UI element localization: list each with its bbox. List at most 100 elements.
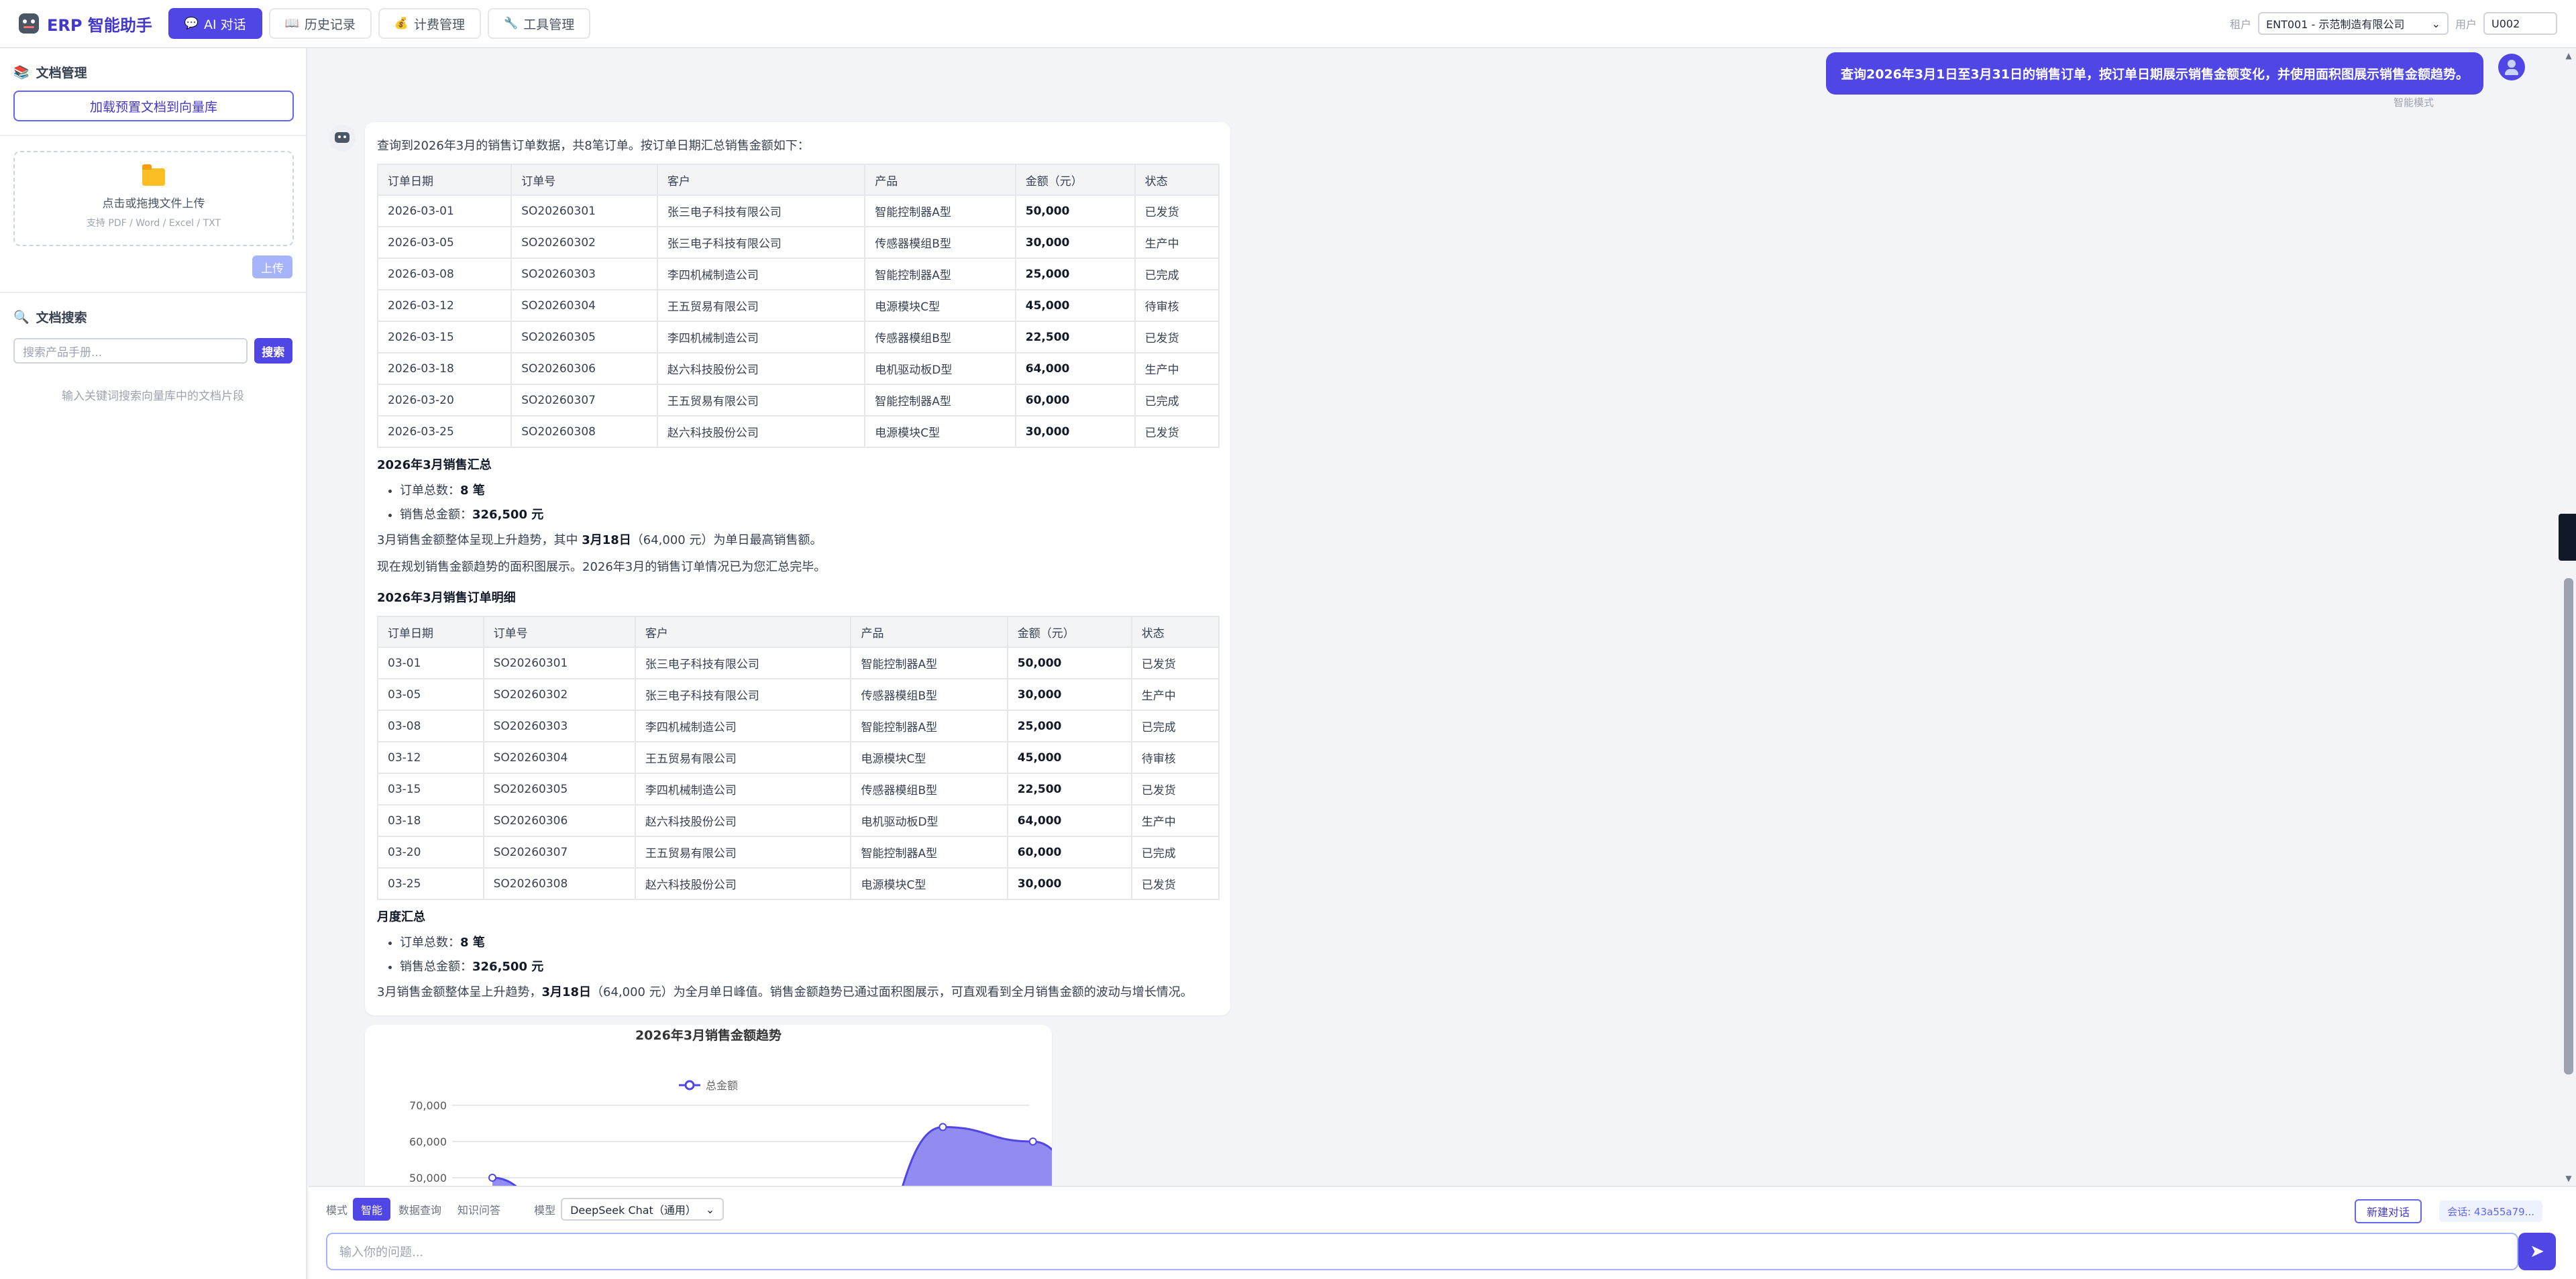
table-cell: 已完成 xyxy=(1130,710,1220,742)
table-row: 2026-03-08 SO20260303 李四机械制造公司 智能控制器A型 25,00… xyxy=(376,258,1220,290)
doc-search-input[interactable]: 搜索产品手册... xyxy=(13,338,248,364)
table-cell: SO20260303 xyxy=(482,710,636,742)
table-cell: SO20260306 xyxy=(482,804,636,837)
table-cell: SO20260302 xyxy=(482,678,636,711)
file-dropzone[interactable]: 点击或拖拽文件上传 支持 PDF / Word / Excel / TXT xyxy=(13,151,294,246)
doc-search-button[interactable]: 搜索 xyxy=(254,338,292,364)
table-header-cell: 订单号 xyxy=(511,164,658,196)
app-brand: ERP 智能助手 xyxy=(19,12,152,36)
doc-search-title: 🔍 文档搜索 xyxy=(13,308,292,326)
robot-icon xyxy=(19,13,39,34)
table-cell: 待审核 xyxy=(1130,741,1220,774)
table-cell: 30,000 xyxy=(1006,678,1132,711)
table-cell: 03-25 xyxy=(377,867,484,900)
table-cell: 03-12 xyxy=(377,741,484,774)
bot-message: 查询到2026年3月的销售订单数据，共8笔订单。按订单日期汇总销售金额如下： 订… xyxy=(365,122,1230,1015)
plan-text: 现在规划销售金额趋势的面积图展示。2026年3月的销售订单情况已为您汇总完毕。 xyxy=(377,560,826,574)
divider xyxy=(0,292,306,293)
search-icon: 🔍 xyxy=(13,310,30,325)
scroll-down-arrow-icon[interactable]: ▼ xyxy=(2564,1174,2573,1183)
table-cell: 传感器模组B型 xyxy=(850,678,1008,711)
dropzone-text: 点击或拖拽文件上传 xyxy=(102,197,205,211)
doc-mgmt-title-text: 文档管理 xyxy=(36,66,87,80)
table-cell: 生产中 xyxy=(1134,226,1220,259)
table-row: 03-12 SO20260304 王五贸易有限公司 电源模块C型 45,000 待审核 xyxy=(377,741,1220,774)
table-cell: SO20260301 xyxy=(511,194,658,227)
scroll-up-arrow-icon[interactable]: ▲ xyxy=(2564,51,2573,60)
doc-search-title-text: 文档搜索 xyxy=(36,311,87,325)
model-value: DeepSeek Chat（通用） xyxy=(570,1204,696,1217)
legend-label: 总金额 xyxy=(706,1079,738,1092)
table-header-cell: 状态 xyxy=(1130,616,1220,648)
book-icon: 📖 xyxy=(284,17,299,30)
money-bag-icon: 💰 xyxy=(394,17,409,30)
table-row: 2026-03-05 SO20260302 张三电子科技有限公司 传感器模组B型 30,… xyxy=(376,226,1220,259)
mode-knowledge-qa[interactable]: 知识问答 xyxy=(449,1198,508,1221)
list-item: 销售总金额：326,500 元 xyxy=(400,955,1220,979)
table-cell: 2026-03-25 xyxy=(376,415,513,448)
table-cell: 智能控制器A型 xyxy=(864,384,1016,416)
mode-smart[interactable]: 智能 xyxy=(353,1198,391,1221)
app-title: ERP 智能助手 xyxy=(47,15,152,35)
table-cell: SO20260303 xyxy=(511,258,658,290)
question-input[interactable]: 输入你的问题... xyxy=(326,1233,2518,1270)
user-message: 查询2026年3月1日至3月31日的销售订单，按订单日期展示销售金额变化，并使用… xyxy=(1826,52,2483,95)
table-cell: 25,000 xyxy=(1014,258,1136,290)
tenant-select[interactable]: ENT001 - 示范制造有限公司 ⌄ xyxy=(2257,12,2449,35)
table-row: 03-08 SO20260303 李四机械制造公司 智能控制器A型 25,000 已完成 xyxy=(377,710,1220,742)
dropzone-subtext: 支持 PDF / Word / Excel / TXT xyxy=(86,217,221,229)
table-cell: 03-01 xyxy=(377,647,484,679)
table-cell: 张三电子科技有限公司 xyxy=(656,194,866,227)
tab-label: AI 对话 xyxy=(204,17,246,32)
table-cell: 22,500 xyxy=(1006,773,1132,805)
scroll-thumb[interactable] xyxy=(2564,578,2573,1074)
table-cell: 传感器模组B型 xyxy=(864,321,1016,353)
final-text: 3月销售金额整体呈上升趋势，3月18日（64,000 元）为全月单日峰值。销售金… xyxy=(377,985,1193,999)
tab-ai-chat[interactable]: 💬 AI 对话 xyxy=(168,8,262,39)
chevron-down-icon: ⌄ xyxy=(705,1203,715,1216)
table-cell: 已发货 xyxy=(1134,415,1220,448)
table-header-cell: 订单日期 xyxy=(376,164,513,196)
tab-label: 工具管理 xyxy=(523,17,575,32)
table-cell: 赵六科技股份公司 xyxy=(634,804,852,837)
table-cell: 30,000 xyxy=(1014,226,1136,259)
new-chat-button[interactable]: 新建对话 xyxy=(2354,1199,2422,1223)
wrench-icon: 🔧 xyxy=(504,17,519,30)
list-item: 销售总金额：326,500 元 xyxy=(400,503,1220,527)
send-button[interactable]: ➤ xyxy=(2518,1233,2556,1270)
orders-table: 订单日期 订单号 客户 产品 金额（元） 状态 2026-03-01 SO20260301 张… xyxy=(376,164,1220,448)
load-preset-docs-button[interactable]: 加载预置文档到向量库 xyxy=(13,91,294,121)
legend-swatch-marker xyxy=(684,1080,695,1091)
tab-tools[interactable]: 🔧 工具管理 xyxy=(488,8,591,39)
user-id-input[interactable]: U002 xyxy=(2483,12,2557,35)
table-cell: 王五贸易有限公司 xyxy=(634,741,852,774)
table-cell: 30,000 xyxy=(1014,415,1136,448)
table-cell: SO20260308 xyxy=(511,415,658,448)
table-cell: 50,000 xyxy=(1006,647,1132,679)
table-cell: 64,000 xyxy=(1014,352,1136,385)
table-cell: SO20260304 xyxy=(482,741,636,774)
table-cell: 张三电子科技有限公司 xyxy=(634,678,852,711)
tab-history[interactable]: 📖 历史记录 xyxy=(268,8,372,39)
table-cell: SO20260307 xyxy=(511,384,658,416)
table-cell: 2026-03-18 xyxy=(376,352,513,385)
table-row: 2026-03-18 SO20260306 赵六科技股份公司 电机驱动板D型 64,00… xyxy=(376,352,1220,385)
chart-title: 2026年3月销售金额趋势 xyxy=(635,1027,782,1043)
model-select[interactable]: DeepSeek Chat（通用） ⌄ xyxy=(561,1198,724,1221)
table-cell: 已发货 xyxy=(1130,867,1220,900)
table-cell: 智能控制器A型 xyxy=(864,194,1016,227)
chat-scrollbar[interactable]: ▲ ▼ xyxy=(2564,48,2573,1186)
tab-billing[interactable]: 💰 计费管理 xyxy=(378,8,482,39)
table-cell: 传感器模组B型 xyxy=(850,773,1008,805)
list-item: 订单总数：8 笔 xyxy=(400,479,1220,503)
table-cell: 王五贸易有限公司 xyxy=(656,289,866,322)
data-point xyxy=(938,1123,947,1131)
upload-button[interactable]: 上传 xyxy=(252,256,292,278)
table-row: 03-01 SO20260301 张三电子科技有限公司 智能控制器A型 50,000 已发… xyxy=(377,647,1220,679)
table-row: 03-25 SO20260308 赵六科技股份公司 电源模块C型 30,000 已发货 xyxy=(377,867,1220,900)
area-fill xyxy=(492,1127,1074,1186)
table-header-cell: 产品 xyxy=(850,616,1008,648)
bot-avatar-icon xyxy=(329,125,356,152)
mode-data-query[interactable]: 数据查询 xyxy=(390,1198,449,1221)
table-row: 03-20 SO20260307 王五贸易有限公司 智能控制器A型 60,000 已完成 xyxy=(377,836,1220,869)
